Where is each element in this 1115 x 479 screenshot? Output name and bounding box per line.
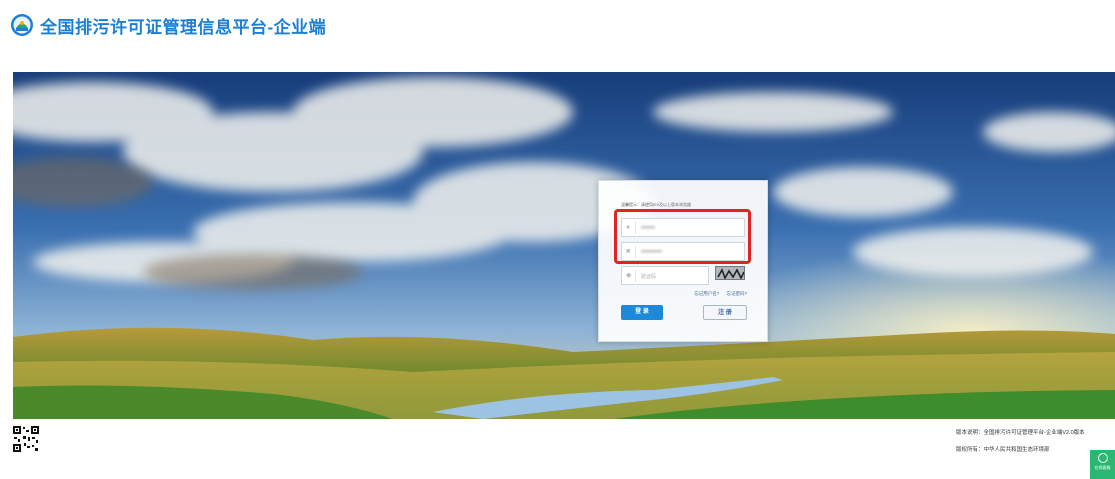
header: 全国排污许可证管理信息平台-企业端 — [10, 10, 326, 40]
online-service-button[interactable]: 在线客服 — [1090, 450, 1115, 479]
background-banner — [13, 72, 1115, 419]
account-links: 忘记用户名? 忘记密码? — [688, 291, 747, 297]
credentials-highlight-box — [614, 209, 751, 264]
browser-tip: 温馨提示：请使用IE9及以上版本浏览器 — [621, 202, 692, 207]
online-service-label: 在线客服 — [1094, 465, 1111, 470]
forgot-username-link[interactable]: 忘记用户名? — [694, 291, 719, 296]
register-button[interactable]: 注 册 — [703, 305, 747, 320]
captcha-image[interactable] — [715, 266, 745, 280]
version-note: 版本说明：全国排污许可证管理平台-企业端V2.0版本 — [956, 430, 1085, 436]
login-button[interactable]: 登 录 — [621, 305, 663, 320]
forgot-password-link[interactable]: 忘记密码? — [726, 291, 747, 296]
captcha-field[interactable]: ◆ 验证码 — [621, 266, 709, 285]
emblem-icon — [11, 14, 33, 36]
page-title: 全国排污许可证管理信息平台-企业端 — [40, 17, 327, 37]
copyright-note: 版权所有：中华人民共和国生态环境部 — [956, 447, 1050, 453]
captcha-placeholder: 验证码 — [641, 274, 657, 280]
shield-icon: ◆ — [626, 272, 632, 279]
qr-code — [12, 425, 40, 453]
chat-icon — [1097, 453, 1108, 463]
